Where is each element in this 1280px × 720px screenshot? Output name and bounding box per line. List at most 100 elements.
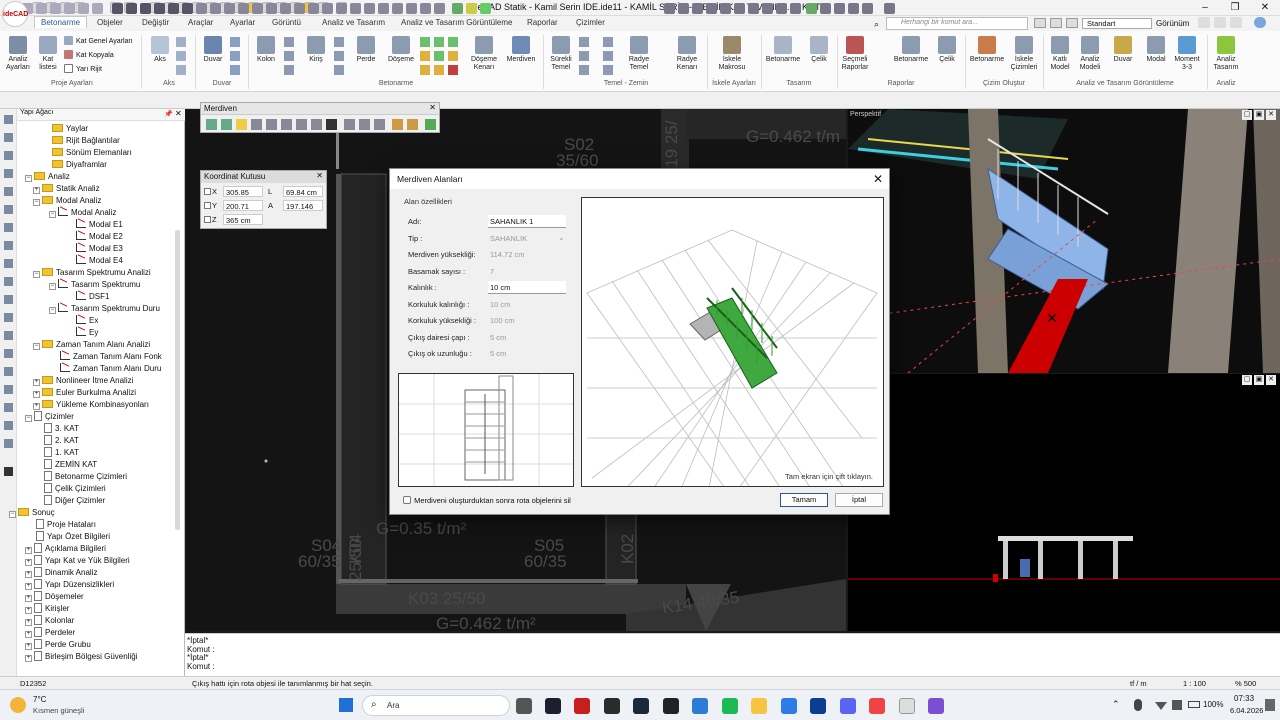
stair-tool-icon[interactable] bbox=[236, 119, 247, 130]
tree-tool-icon[interactable] bbox=[4, 115, 13, 124]
block-icon[interactable] bbox=[378, 3, 389, 14]
iskele-cizimleri-button[interactable]: İskele Çizimleri bbox=[1008, 36, 1040, 72]
minimize-icon[interactable]: – bbox=[1190, 0, 1220, 16]
tree-item[interactable]: Zaman Tanım Alanı Duru bbox=[60, 363, 161, 375]
tree-tool-icon[interactable] bbox=[4, 205, 13, 214]
perspective-viewport[interactable]: ✕ Perspektif ▢ ▣ ✕ bbox=[848, 109, 1280, 373]
tree-item[interactable]: Modal E4 bbox=[76, 255, 123, 267]
view-icon[interactable] bbox=[168, 3, 179, 14]
taskview-icon[interactable] bbox=[516, 698, 532, 714]
table-icon[interactable] bbox=[364, 3, 375, 14]
view-right-icon[interactable] bbox=[706, 3, 717, 14]
arc-icon[interactable] bbox=[238, 3, 249, 14]
tree-item[interactable]: Yapı Özet Bilgileri bbox=[36, 531, 110, 543]
tree-item[interactable]: + Dinamik Analiz bbox=[25, 567, 97, 579]
tree-item[interactable]: Modal E2 bbox=[76, 231, 123, 243]
beam-tool-icon[interactable] bbox=[334, 65, 344, 75]
split-icon[interactable] bbox=[834, 3, 845, 14]
slab-tool-icon[interactable] bbox=[420, 65, 430, 75]
view-iso-icon[interactable] bbox=[748, 3, 759, 14]
tree-item[interactable]: Sönüm Elemanları bbox=[52, 147, 132, 159]
idecad-icon[interactable] bbox=[899, 698, 915, 714]
column-tool-icon[interactable] bbox=[284, 37, 294, 47]
stair-tool-icon[interactable] bbox=[344, 119, 355, 130]
check-icon[interactable] bbox=[480, 3, 491, 14]
area-icon[interactable] bbox=[434, 3, 445, 14]
viewport-max-icon[interactable]: ▢ bbox=[1242, 375, 1252, 385]
foundation-tool-icon[interactable] bbox=[603, 65, 613, 75]
collapse-icon[interactable]: − bbox=[25, 175, 32, 182]
radye-kenari-button[interactable]: Radye Kenarı bbox=[670, 36, 704, 72]
tree-item[interactable]: + Açıklama Bilgileri bbox=[25, 543, 106, 555]
leader-icon[interactable] bbox=[350, 3, 361, 14]
close-icon[interactable]: ✕ bbox=[1250, 0, 1280, 16]
app-logo[interactable]: ideCAD bbox=[2, 1, 28, 27]
tree-tool-icon[interactable] bbox=[4, 421, 13, 430]
tree-tool-icon[interactable] bbox=[4, 331, 13, 340]
maximize-icon[interactable]: ❐ bbox=[1220, 0, 1250, 16]
expand-icon[interactable]: + bbox=[33, 379, 40, 386]
rectangle-icon[interactable] bbox=[266, 3, 277, 14]
foundation-tool-icon[interactable] bbox=[603, 37, 613, 47]
tree-tool-icon[interactable] bbox=[4, 367, 13, 376]
aks-button[interactable]: Aks bbox=[146, 36, 174, 64]
tree-tool-icon[interactable] bbox=[4, 295, 13, 304]
tree-item[interactable]: + Birleşim Bölgesi Güvenliği bbox=[25, 651, 137, 663]
duvar-gorunum-button[interactable]: Duvar bbox=[1108, 36, 1138, 64]
screen-icon[interactable] bbox=[1050, 18, 1062, 28]
tree-item[interactable]: 3. KAT bbox=[44, 423, 79, 435]
spline-icon[interactable] bbox=[294, 3, 305, 14]
coord-y-label[interactable]: Y bbox=[204, 201, 217, 210]
tab-analiz-goruntuleme[interactable]: Analiz ve Tasarım Görüntüleme bbox=[401, 18, 512, 27]
wireframe-icon[interactable] bbox=[762, 3, 773, 14]
tab-raporlar[interactable]: Raporlar bbox=[527, 18, 558, 27]
slab-tool-icon[interactable] bbox=[448, 65, 458, 75]
slab-tool-icon[interactable] bbox=[434, 37, 444, 47]
slab-tool-icon[interactable] bbox=[420, 51, 430, 61]
tree-item[interactable]: Ex bbox=[76, 315, 98, 327]
wall-tool-icon[interactable] bbox=[230, 37, 240, 47]
expand-icon[interactable]: + bbox=[33, 391, 40, 398]
kat-listesi-button[interactable]: Kat listesi bbox=[34, 36, 62, 72]
tab-cizimler[interactable]: Çizimler bbox=[576, 18, 605, 27]
tree-item[interactable]: + Döşemeler bbox=[25, 591, 84, 603]
orbit-icon[interactable] bbox=[126, 3, 137, 14]
view-back-icon[interactable] bbox=[678, 3, 689, 14]
notification-icon[interactable] bbox=[1265, 699, 1275, 711]
doseme-kenari-button[interactable]: Döşeme Kenarı bbox=[468, 36, 500, 72]
clock-date[interactable]: 6.04.2026 bbox=[1230, 706, 1263, 715]
coord-z-field[interactable]: 365 cm bbox=[223, 214, 263, 225]
expand-icon[interactable]: + bbox=[25, 559, 32, 566]
axis-tool-icon[interactable] bbox=[176, 37, 186, 47]
tree-item[interactable]: + Kirişler bbox=[25, 603, 69, 615]
coord-x-field[interactable]: 305.85 cm bbox=[223, 186, 263, 206]
tree-item[interactable]: ZEMİN KAT bbox=[44, 459, 97, 471]
cancel-button[interactable]: İptal bbox=[835, 493, 883, 507]
ruler-icon[interactable] bbox=[420, 3, 431, 14]
refresh-icon[interactable] bbox=[154, 3, 165, 14]
coord-l-field[interactable]: 69.84 cm bbox=[283, 186, 323, 197]
settings-icon[interactable] bbox=[1214, 17, 1226, 28]
tree-tool-icon[interactable] bbox=[4, 259, 13, 268]
expand-icon[interactable]: + bbox=[25, 619, 32, 626]
folder-icon[interactable] bbox=[751, 698, 767, 714]
view-menu[interactable]: Görünüm bbox=[1156, 19, 1189, 28]
viewport-max-icon[interactable]: ▢ bbox=[1242, 110, 1252, 120]
start-icon[interactable] bbox=[339, 698, 353, 712]
wifi-icon[interactable] bbox=[1155, 702, 1167, 710]
field-value[interactable]: 10 cm bbox=[488, 281, 566, 294]
tree-tool-icon[interactable] bbox=[4, 403, 13, 412]
field-value[interactable]: SAHANLIK 1 bbox=[488, 215, 566, 228]
foundation-tool-icon[interactable] bbox=[579, 65, 589, 75]
expand-icon[interactable]: + bbox=[25, 571, 32, 578]
secmeli-raporlar-button[interactable]: Seçmeli Raporlar bbox=[840, 36, 870, 72]
polyline-icon[interactable] bbox=[224, 3, 235, 14]
collapse-icon[interactable]: − bbox=[25, 415, 32, 422]
close-icon[interactable]: ✕ bbox=[316, 171, 323, 180]
tree-item[interactable]: DSF1 bbox=[76, 291, 109, 303]
coord-z-label[interactable]: Z bbox=[204, 215, 217, 224]
tab-araclar[interactable]: Araçlar bbox=[188, 18, 213, 27]
tree-item[interactable]: + Yapı Kat ve Yük Bilgileri bbox=[25, 555, 130, 567]
tree-item[interactable]: − Tasarım Spektrumu Analizi bbox=[33, 267, 151, 279]
kiris-button[interactable]: Kiriş bbox=[302, 36, 330, 64]
